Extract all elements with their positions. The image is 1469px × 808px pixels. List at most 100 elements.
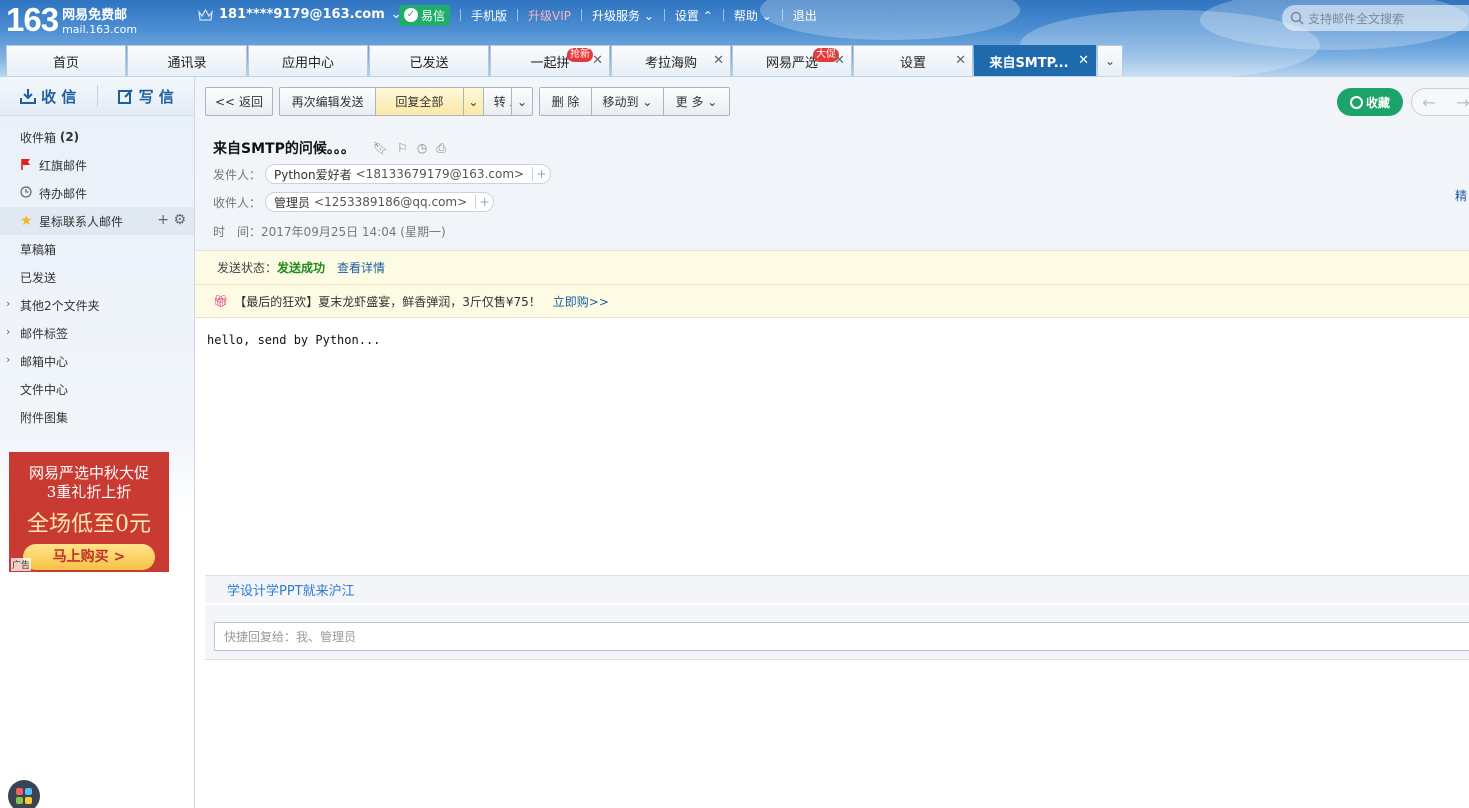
ad-buy-button[interactable]: 马上购买 > <box>23 544 155 570</box>
ad-line-3: 全场低至0元 <box>27 512 151 537</box>
red-flag-icon <box>20 158 36 173</box>
tab-more-chevron-icon[interactable]: ⌄ <box>1097 45 1123 76</box>
yixin-icon: ✓ <box>404 8 418 22</box>
ad-tag: 广告 <box>11 558 32 571</box>
close-icon[interactable]: ✕ <box>592 53 603 68</box>
send-status: 发送成功 <box>277 261 326 275</box>
tab-contacts[interactable]: 通讯录 <box>127 45 247 76</box>
tab-app-center[interactable]: 应用中心 <box>248 45 368 76</box>
folder-mail-center[interactable]: › 邮箱中心 <box>0 347 194 375</box>
folder-drafts[interactable]: 草稿箱 <box>0 235 194 263</box>
tab-yiqipin[interactable]: 一起拼 抢新 ✕ <box>490 45 610 76</box>
apps-grid-button[interactable] <box>8 780 40 808</box>
favorite-icon <box>1349 95 1363 109</box>
chevron-right-icon[interactable]: › <box>6 297 10 310</box>
forward-chevron-down-icon[interactable]: ⌄ <box>511 87 533 116</box>
folder-file-center[interactable]: 文件中心 <box>0 375 194 403</box>
gift-icon: 🎁︎ <box>213 294 229 308</box>
chevron-down-icon[interactable]: ⌄ <box>463 88 485 115</box>
folder-other[interactable]: › 其他2个文件夹 <box>0 291 194 319</box>
flag-icon[interactable]: ⚐ <box>397 141 408 156</box>
search-placeholder: 支持邮件全文搜索 <box>1308 11 1405 26</box>
recipient-chip[interactable]: 管理员 <1253389186@qq.com> + <box>265 192 495 212</box>
move-to-button[interactable]: 移动到 ⌄ <box>592 88 664 115</box>
logout-link[interactable]: 退出 <box>793 7 817 24</box>
folder-starred-contacts[interactable]: ★ 星标联系人邮件 + ⚙ <box>0 207 194 235</box>
back-button[interactable]: << 返回 <box>205 87 273 116</box>
to-label: 收件人： <box>213 195 262 210</box>
sender-chip[interactable]: Python爱好者 <18133679179@163.com> + <box>265 164 552 184</box>
mobile-link[interactable]: 手机版 <box>471 7 507 24</box>
add-contact-icon[interactable]: + <box>532 167 550 181</box>
tab-settings[interactable]: 设置 ✕ <box>853 45 973 76</box>
tab-kaola[interactable]: 考拉海购 ✕ <box>611 45 731 76</box>
print-icon[interactable]: ⎙ <box>436 141 446 156</box>
logo-name: 网易免费邮 <box>62 8 128 23</box>
close-icon[interactable]: ✕ <box>834 53 845 68</box>
clock-icon <box>20 185 36 201</box>
upgrade-service-menu[interactable]: 升级服务 ⌄ <box>592 7 654 24</box>
quick-reply-input[interactable]: 快捷回复给：我、管理员 <box>214 622 1469 651</box>
bookmark-icon[interactable]: 🔖︎ <box>373 141 388 156</box>
more-button[interactable]: 更 多 ⌄ <box>664 88 729 115</box>
help-menu[interactable]: 帮助 ⌄ <box>734 7 772 24</box>
quick-reply-area: 快捷回复给：我、管理员 <box>205 605 1469 660</box>
close-icon[interactable]: ✕ <box>713 53 724 68</box>
clock-icon[interactable]: ◷ <box>417 141 427 156</box>
view-details-link[interactable]: 查看详情 <box>337 259 385 276</box>
logo[interactable]: 163 网易免费邮 mail.163.com <box>6 2 137 38</box>
from-label: 发件人： <box>213 167 262 182</box>
folder-sent[interactable]: 已发送 <box>0 263 194 291</box>
folder-tags[interactable]: › 邮件标签 <box>0 319 194 347</box>
folder-attachments[interactable]: 附件图集 <box>0 403 194 431</box>
search-icon <box>1290 11 1304 25</box>
promo-bar: 🎁︎ 【最后的狂欢】夏末龙虾盛宴，鲜香弹润，3斤仅售¥75！ 立即购>> <box>195 285 1469 318</box>
hujiang-link[interactable]: 学设计学PPT就来沪江 <box>227 580 355 599</box>
reply-all-button[interactable]: 回复全部 <box>376 88 464 115</box>
folder-inbox[interactable]: 收件箱 (2) <box>0 123 194 151</box>
arrow-right-icon[interactable]: → <box>1446 93 1469 112</box>
write-button[interactable]: 写 信 <box>98 86 195 107</box>
receive-button[interactable]: 收 信 <box>0 86 97 107</box>
chevron-right-icon[interactable]: › <box>6 325 10 338</box>
gear-icon[interactable]: ⚙ <box>173 212 186 228</box>
time-row: 时 间： 2017年09月25日 14:04 (星期一) <box>213 225 446 239</box>
mail-app: 163 网易免费邮 mail.163.com 181****9179@163.c… <box>0 0 1469 808</box>
download-icon <box>20 89 37 104</box>
reedit-button[interactable]: 再次编辑发送 <box>280 88 377 115</box>
delete-button[interactable]: 删 除 <box>540 88 592 115</box>
promo-buy-link[interactable]: 立即购>> <box>553 293 609 310</box>
yixin-button[interactable]: ✓ 易信 <box>399 4 451 26</box>
user-account-menu[interactable]: 181****9179@163.com ⌄ <box>198 7 402 22</box>
upgrade-vip-link[interactable]: 升级VIP <box>528 7 571 24</box>
top-nav: ✓ 易信 手机版 升级VIP 升级服务 ⌄ 设置 ⌃ 帮助 ⌄ 退出 <box>387 4 817 26</box>
right-edge-link[interactable]: 精 <box>1455 187 1467 204</box>
tab-home[interactable]: 首页 <box>6 45 126 76</box>
folder-todo[interactable]: 待办邮件 <box>0 179 194 207</box>
tab-current-mail[interactable]: 来自SMTP... ✕ <box>974 45 1096 76</box>
sidebar: 收 信 写 信 收件箱 (2) 红旗邮件 待办邮件 ★ 星标联系人邮件 + ⚙ … <box>0 77 195 808</box>
footer-ad-link: 学设计学PPT就来沪江 <box>205 575 1469 603</box>
arrow-left-icon[interactable]: ← <box>1412 93 1446 112</box>
add-icon[interactable]: + <box>157 212 169 228</box>
chevron-right-icon[interactable]: › <box>6 353 10 366</box>
close-icon[interactable]: ✕ <box>1078 53 1089 68</box>
ad-line-1: 网易严选中秋大促 <box>28 464 149 482</box>
tab-sent[interactable]: 已发送 <box>369 45 489 76</box>
settings-menu[interactable]: 设置 ⌃ <box>675 7 713 24</box>
close-icon[interactable]: ✕ <box>955 53 966 68</box>
promo-text: 【最后的狂欢】夏末龙虾盛宴，鲜香弹润，3斤仅售¥75！ <box>234 294 541 309</box>
crown-icon <box>198 8 213 21</box>
add-contact-icon[interactable]: + <box>475 195 493 209</box>
to-row: 收件人： 管理员 <1253389186@qq.com> + <box>213 192 495 212</box>
tab-bar: 首页 通讯录 应用中心 已发送 一起拼 抢新 ✕ 考拉海购 ✕ 网易严选 大促 … <box>6 45 1123 76</box>
mail-time: 2017年09月25日 14:04 (星期一) <box>261 225 446 239</box>
favorite-button[interactable]: 收藏 <box>1337 88 1403 116</box>
reply-button-group: 再次编辑发送 回复全部 ⌄ 转 发 <box>279 87 532 116</box>
inbox-count: (2) <box>59 130 80 144</box>
sidebar-ad-banner[interactable]: 网易严选中秋大促 3重礼折上折 全场低至0元 马上购买 > 广告 <box>9 452 169 572</box>
search-input[interactable]: 支持邮件全文搜索 <box>1282 5 1469 31</box>
from-row: 发件人： Python爱好者 <18133679179@163.com> + <box>213 164 552 184</box>
tab-yanxuan[interactable]: 网易严选 大促 ✕ <box>732 45 852 76</box>
folder-flagged[interactable]: 红旗邮件 <box>0 151 194 179</box>
